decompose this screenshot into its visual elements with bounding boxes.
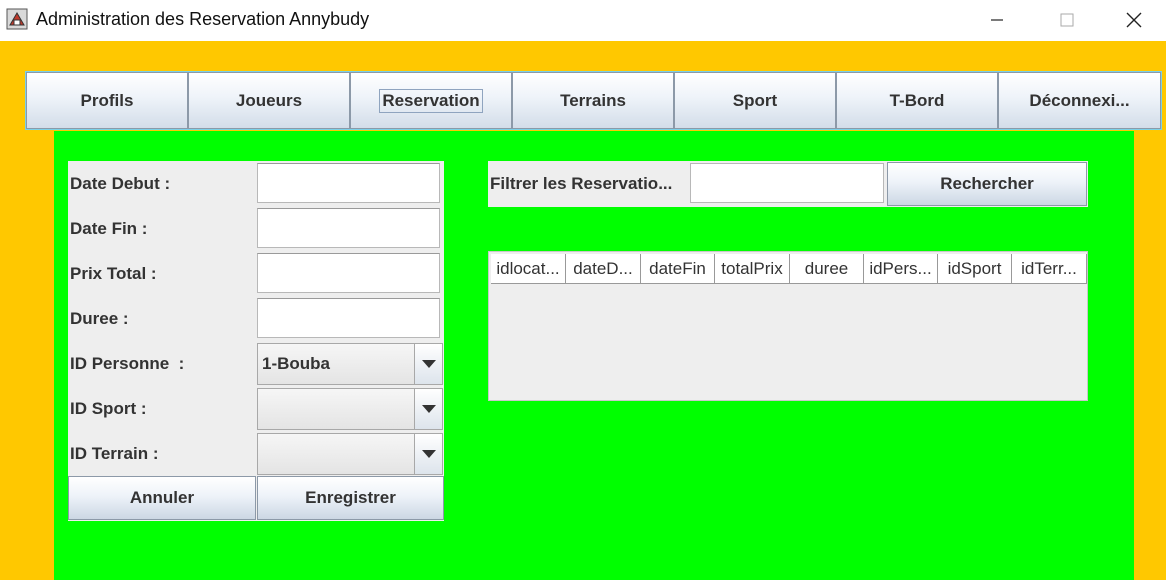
window-title: Administration des Reservation Annybudy	[36, 9, 370, 29]
column-header[interactable]: idTerr...	[1012, 254, 1087, 284]
maximize-button[interactable]	[1032, 0, 1102, 40]
id-personne-row: ID Personne : 1-Bouba	[68, 341, 444, 386]
column-header[interactable]: duree	[790, 254, 864, 284]
date-debut-row: Date Debut :	[68, 161, 444, 206]
tab-deconnexion[interactable]: Déconnexi...	[998, 72, 1161, 129]
tab-terrains[interactable]: Terrains	[512, 72, 674, 129]
annuler-button[interactable]: Annuler	[68, 476, 256, 520]
id-personne-value: 1-Bouba	[262, 354, 330, 373]
tab-label: Joueurs	[235, 90, 303, 110]
prix-total-field[interactable]	[257, 253, 440, 293]
maximize-icon	[1060, 13, 1074, 27]
id-sport-select[interactable]	[257, 388, 443, 430]
dropdown-arrow-button[interactable]	[414, 389, 442, 429]
tab-label: T-Bord	[889, 90, 945, 110]
column-header[interactable]: idSport	[938, 254, 1012, 284]
minimize-icon	[991, 19, 1003, 21]
column-header[interactable]: totalPrix	[715, 254, 790, 284]
tab-sport[interactable]: Sport	[674, 72, 836, 129]
duree-row: Duree :	[68, 296, 444, 341]
duree-field[interactable]	[257, 298, 440, 338]
rechercher-button[interactable]: Rechercher	[887, 162, 1087, 206]
column-header[interactable]: idPers...	[864, 254, 938, 284]
id-sport-row: ID Sport :	[68, 386, 444, 431]
id-terrain-select[interactable]	[257, 433, 443, 475]
close-button[interactable]	[1102, 0, 1166, 40]
chevron-down-icon	[421, 450, 436, 458]
java-cup-icon	[6, 8, 28, 30]
id-sport-label: ID Sport :	[70, 399, 147, 418]
main-frame: Profils Joueurs Reservation Terrains Spo…	[0, 41, 1166, 580]
tab-reservation[interactable]: Reservation	[350, 72, 512, 129]
tab-label: Sport	[732, 90, 778, 110]
filter-input[interactable]	[690, 163, 884, 203]
prix-total-row: Prix Total :	[68, 251, 444, 296]
minimize-button[interactable]	[962, 0, 1032, 40]
filter-panel: Filtrer les Reservatio... Rechercher	[488, 161, 1088, 207]
filter-label: Filtrer les Reservatio...	[490, 174, 673, 193]
column-header[interactable]: idlocat...	[491, 254, 566, 284]
duree-label: Duree :	[70, 309, 129, 328]
table-header: idlocat... dateD... dateFin totalPrix du…	[491, 254, 1087, 284]
tab-label: Déconnexi...	[1029, 90, 1130, 110]
date-debut-label: Date Debut :	[70, 174, 171, 193]
tab-profils[interactable]: Profils	[26, 72, 188, 129]
id-terrain-row: ID Terrain :	[68, 431, 444, 476]
title-bar: Administration des Reservation Annybudy	[0, 0, 1166, 40]
chevron-down-icon	[421, 405, 436, 413]
chevron-down-icon	[421, 360, 436, 368]
id-personne-label: ID Personne :	[70, 354, 185, 373]
tab-label: Profils	[80, 90, 134, 110]
dropdown-arrow-button[interactable]	[414, 434, 442, 474]
id-personne-select[interactable]: 1-Bouba	[257, 343, 443, 385]
tab-joueurs[interactable]: Joueurs	[188, 72, 350, 129]
tab-bar: Profils Joueurs Reservation Terrains Spo…	[25, 71, 1162, 130]
enregistrer-button[interactable]: Enregistrer	[257, 476, 444, 520]
date-fin-label: Date Fin :	[70, 219, 148, 238]
reservation-form: Date Debut : Date Fin : Prix Total : Dur…	[68, 161, 444, 521]
tab-t-bord[interactable]: T-Bord	[836, 72, 998, 129]
date-fin-field[interactable]	[257, 208, 440, 248]
column-header[interactable]: dateFin	[641, 254, 715, 284]
column-header[interactable]: dateD...	[566, 254, 641, 284]
close-icon	[1126, 12, 1142, 28]
reservation-panel: Date Debut : Date Fin : Prix Total : Dur…	[54, 131, 1134, 580]
tab-label: Reservation	[379, 88, 483, 113]
date-debut-field[interactable]	[257, 163, 440, 203]
dropdown-arrow-button[interactable]	[414, 344, 442, 384]
prix-total-label: Prix Total :	[70, 264, 157, 283]
date-fin-row: Date Fin :	[68, 206, 444, 251]
reservations-table[interactable]: idlocat... dateD... dateFin totalPrix du…	[488, 251, 1088, 401]
id-terrain-label: ID Terrain :	[70, 444, 159, 463]
tab-label: Terrains	[560, 90, 626, 110]
